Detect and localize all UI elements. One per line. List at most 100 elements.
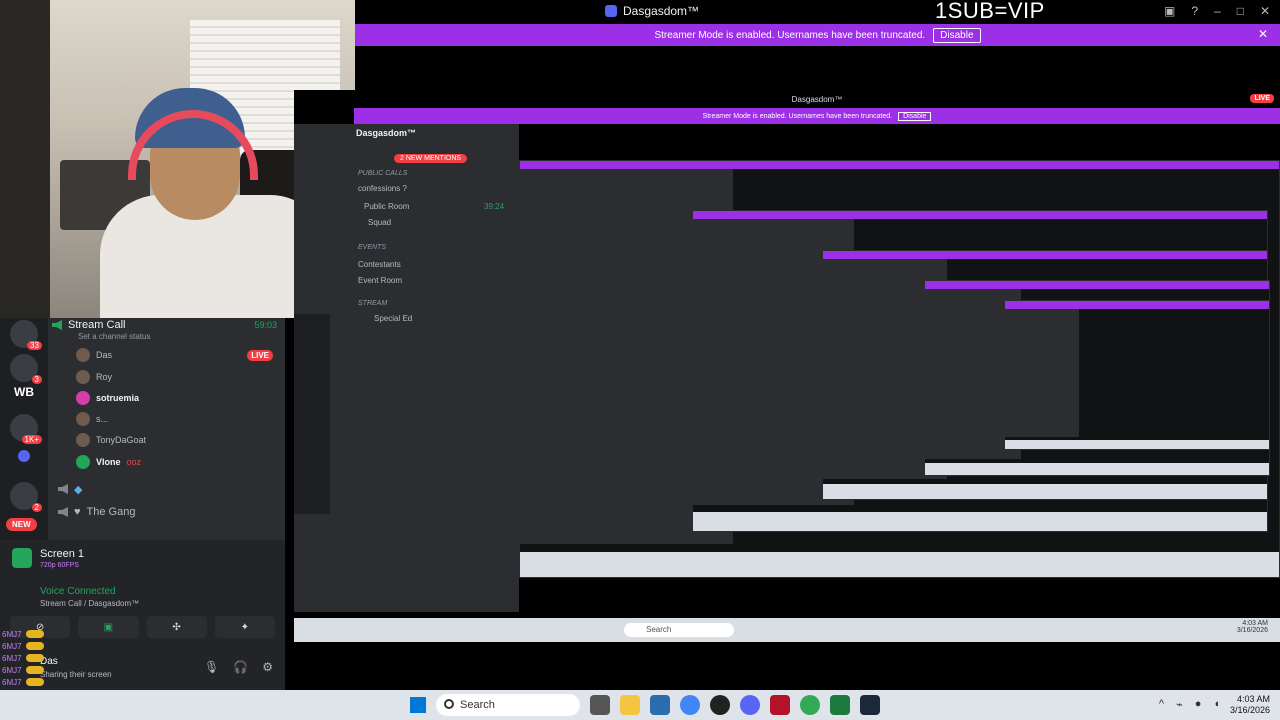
- nested-taskbar: [693, 511, 1267, 531]
- capture-search: Search: [624, 623, 734, 637]
- voice-user[interactable]: Roy: [76, 368, 112, 386]
- capture-category: STREAM: [358, 300, 388, 307]
- voice-location[interactable]: Stream Call / Dasgasdom™: [40, 599, 139, 608]
- folder-icon[interactable]: [18, 450, 30, 462]
- inbox-icon[interactable]: ▣: [1164, 4, 1175, 18]
- capture-category: PUBLIC CALLS: [358, 170, 408, 177]
- server-wb[interactable]: WB: [10, 378, 38, 406]
- chat-line: 6MJ7: [2, 652, 122, 664]
- window-titlebar: Dasgasdom™ 1SUB=VIP ▣ ? – □ ✕: [355, 0, 1280, 24]
- microphone-icon[interactable]: 🎙: [204, 660, 219, 674]
- nested-taskbar: [520, 552, 1279, 577]
- new-pill[interactable]: NEW: [6, 518, 37, 531]
- chat-overlay: 6MJ7 6MJ7 6MJ7 6MJ7 6MJ7: [2, 628, 122, 688]
- capture-channel: Squad: [368, 218, 392, 227]
- network-icon[interactable]: ⌁: [1176, 698, 1183, 711]
- avatar: [76, 370, 90, 384]
- xbox-icon[interactable]: [830, 695, 850, 715]
- voice-user[interactable]: Vlone ooz: [76, 453, 141, 471]
- avatar: [76, 348, 90, 362]
- server-icon[interactable]: 1K+: [10, 414, 42, 444]
- capture-channel: Special Ed: [374, 314, 413, 323]
- server-icon[interactable]: 33: [10, 320, 42, 350]
- coin-icon: [25, 642, 44, 650]
- user-controls: 🎙 🎧 ⚙: [204, 660, 273, 674]
- live-badge: LIVE: [247, 349, 273, 361]
- nested-taskbar: [823, 484, 1267, 499]
- nested-banner: [823, 251, 1267, 259]
- voice-user[interactable]: TonyDaGoat: [76, 431, 146, 449]
- taskbar-clock[interactable]: 4:03 AM 3/16/2026: [1230, 694, 1270, 716]
- headphones-icon[interactable]: 🎧: [233, 660, 248, 674]
- system-tray: ^ ⌁ ● ◖: [1159, 698, 1220, 711]
- coin-icon: [25, 666, 44, 674]
- capture-clock: 4:03 AM 3/16/2026: [1236, 620, 1268, 634]
- nested-taskbar: [1005, 440, 1269, 449]
- chrome-icon[interactable]: [680, 695, 700, 715]
- capture-channel: Contestants: [358, 260, 401, 269]
- capture-server-rail: [294, 314, 330, 514]
- nested-banner: [520, 161, 1279, 169]
- capture-category: Events: [358, 244, 387, 251]
- discord-logo-icon: [605, 5, 617, 17]
- steam-icon[interactable]: [860, 695, 880, 715]
- server-icon[interactable]: 2: [10, 482, 42, 512]
- search-icon: [444, 699, 454, 709]
- voice-user[interactable]: sotruemia: [76, 389, 139, 407]
- chevron-up-icon[interactable]: ^: [1159, 698, 1164, 711]
- chat-line: 6MJ7: [2, 676, 122, 688]
- voice-user[interactable]: s...: [76, 410, 108, 428]
- screen-capture-preview: Dasgasdom™ LIVE Streamer Mode is enabled…: [294, 90, 1280, 642]
- soundboard-icon[interactable]: ✦: [214, 616, 275, 638]
- stream-quality: 720p 60FPS: [40, 562, 79, 569]
- stream-preview-card[interactable]: Screen 1 720p 60FPS: [0, 540, 285, 572]
- channel-the-gang[interactable]: ♥ The Gang: [58, 503, 291, 521]
- disable-button[interactable]: Disable: [933, 27, 981, 43]
- mentions-pill: 2 NEW MENTIONS: [394, 154, 468, 163]
- banner-close-icon[interactable]: ✕: [1258, 27, 1268, 41]
- obs-icon[interactable]: [710, 695, 730, 715]
- avatar: [76, 391, 90, 405]
- streamer-mode-banner: Streamer Mode is enabled. Usernames have…: [355, 24, 1280, 46]
- close-icon[interactable]: ✕: [1260, 4, 1270, 18]
- activities-icon[interactable]: ✣: [146, 616, 207, 638]
- capture-server-name: Dasgasdom™: [356, 128, 417, 138]
- capture-titlebar: Dasgasdom™: [354, 90, 1280, 108]
- speaker-icon: [52, 320, 62, 330]
- coin-icon: [25, 678, 44, 686]
- screen-share-icon: [12, 548, 32, 568]
- nested-taskbar: [925, 463, 1269, 475]
- channel-status[interactable]: Set a channel status: [78, 332, 151, 341]
- volume-icon[interactable]: ◖: [1213, 698, 1220, 711]
- taskbar-apps: [590, 695, 880, 715]
- store-icon[interactable]: [650, 695, 670, 715]
- maximize-icon[interactable]: □: [1237, 4, 1244, 18]
- mic-icon[interactable]: ●: [1195, 698, 1202, 711]
- capture-channel: confessions ?: [358, 184, 407, 193]
- chat-line: 6MJ7: [2, 640, 122, 652]
- webcam-door: [0, 0, 50, 318]
- taskbar-search[interactable]: Search: [436, 694, 580, 716]
- stream-overlay-text: 1SUB=VIP: [935, 0, 1045, 23]
- file-explorer-icon[interactable]: [620, 695, 640, 715]
- discord-icon[interactable]: [740, 695, 760, 715]
- capture-channel: Public Room: [364, 202, 410, 211]
- help-icon[interactable]: ?: [1191, 4, 1198, 18]
- acrobat-icon[interactable]: [770, 695, 790, 715]
- channel-unnamed[interactable]: ◆: [58, 480, 291, 498]
- chrome-alt-icon[interactable]: [800, 695, 820, 715]
- capture-timer: 39:24: [484, 202, 505, 211]
- task-view-icon[interactable]: [590, 695, 610, 715]
- speaker-icon: [58, 484, 68, 494]
- nested-capture-5: [1004, 300, 1270, 450]
- avatar: [76, 455, 90, 469]
- nested-banner: [925, 281, 1269, 289]
- voice-user[interactable]: Das LIVE: [76, 346, 281, 364]
- nested-sidebar: [1005, 309, 1079, 438]
- windows-start-icon[interactable]: [410, 697, 426, 713]
- nested-banner: [1005, 301, 1269, 309]
- avatar: [76, 433, 90, 447]
- minimize-icon[interactable]: –: [1214, 4, 1221, 18]
- windows-taskbar: Search ^ ⌁ ● ◖ 4:03 AM 3/16/2026: [0, 690, 1280, 720]
- settings-icon[interactable]: ⚙: [262, 660, 273, 674]
